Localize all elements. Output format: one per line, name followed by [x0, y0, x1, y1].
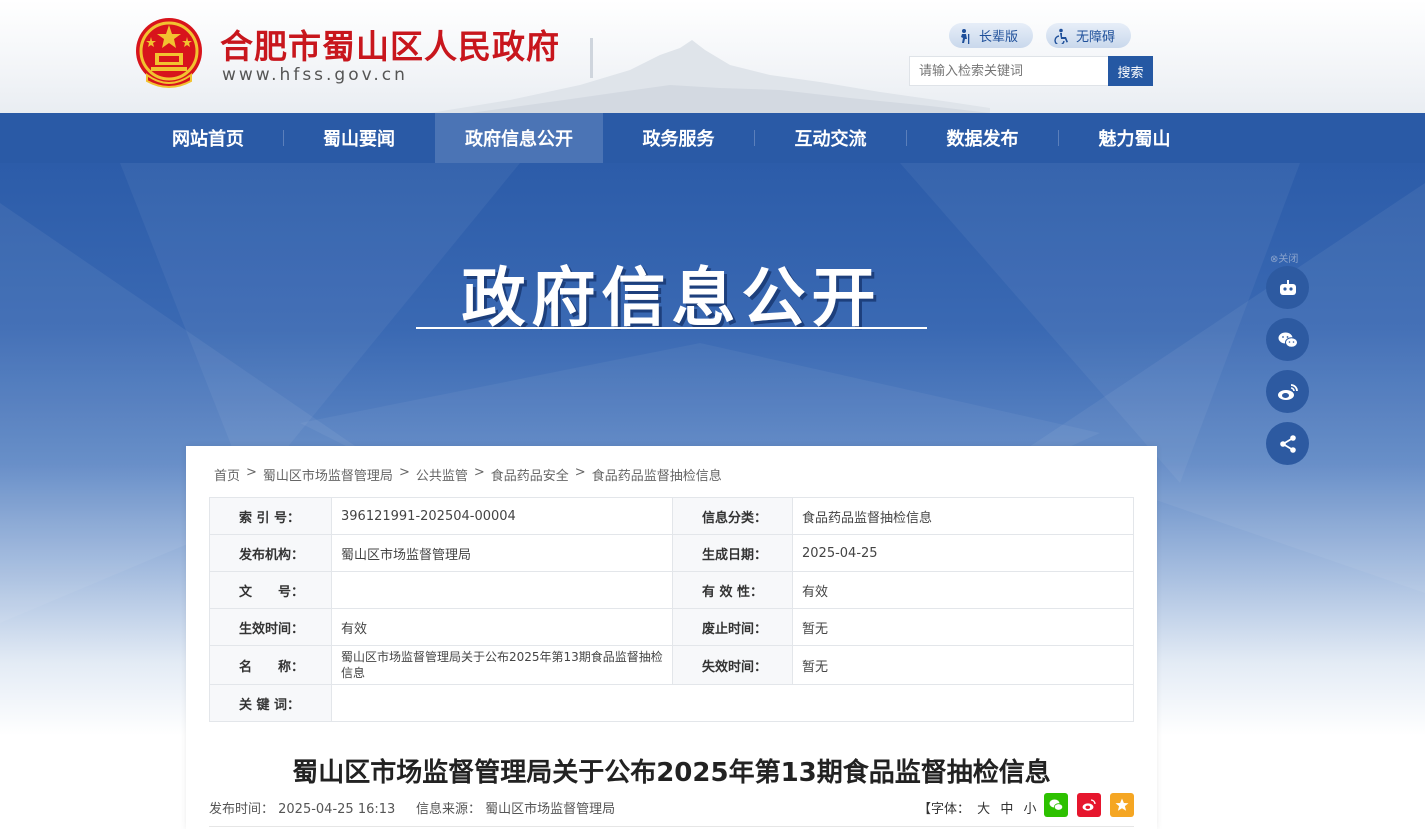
- wheelchair-icon: [1054, 28, 1068, 44]
- float-close-button[interactable]: ⊗关闭: [1270, 250, 1298, 265]
- docno-value: [331, 571, 673, 609]
- breadcrumb-bureau[interactable]: 蜀山区市场监督管理局: [263, 465, 393, 484]
- float-robot-button[interactable]: [1266, 266, 1309, 309]
- nav-item-home[interactable]: 网站首页: [133, 113, 283, 163]
- article-title: 蜀山区市场监督管理局关于公布2025年第13期食品监督抽检信息: [292, 758, 1051, 788]
- font-size-control: 【字体： 大 中 小 】: [918, 798, 1057, 817]
- keywords-label: 关 键 词：: [209, 684, 332, 722]
- org-label: 发布机构：: [209, 534, 332, 572]
- table-row: 名 称： 蜀山区市场监督管理局关于公布2025年第13期食品监督抽检信息 失效时…: [209, 645, 1134, 685]
- breadcrumb: 首页 > 蜀山区市场监督管理局 > 公共监管 > 食品药品安全 > 食品药品监督…: [214, 465, 722, 484]
- share-wechat-button[interactable]: [1044, 793, 1068, 817]
- site-title[interactable]: 合肥市蜀山区人民政府: [220, 20, 560, 68]
- elder-icon: [961, 28, 970, 44]
- banner-title: 政府信息公开: [461, 262, 882, 336]
- name-label: 名 称：: [209, 645, 332, 685]
- breadcrumb-separator: >: [246, 465, 257, 480]
- nav-item-charm[interactable]: 魅力蜀山: [1059, 113, 1210, 163]
- accessibility-label: 无障碍: [1076, 29, 1116, 44]
- date-value: 2025-04-25: [792, 534, 1134, 572]
- article-meta: 发布时间： 2025-04-25 16:13 信息来源： 蜀山区市场监督管理局: [209, 798, 615, 817]
- font-small-button[interactable]: 小: [1023, 802, 1036, 817]
- weibo-icon: [1082, 799, 1096, 811]
- wechat-icon: [1049, 799, 1064, 811]
- document-metadata-table: 索 引 号： 396121991-202504-00004 信息分类： 食品药品…: [209, 497, 1134, 722]
- table-row: 生效时间： 有效 废止时间： 暂无: [209, 608, 1134, 646]
- share-weibo-button[interactable]: [1077, 793, 1101, 817]
- share-icon: [1279, 434, 1296, 453]
- publish-time: 发布时间： 2025-04-25 16:13: [209, 802, 396, 817]
- breadcrumb-separator: >: [473, 465, 485, 480]
- elder-mode-button[interactable]: 长辈版: [949, 23, 1033, 48]
- float-weibo-button[interactable]: [1266, 370, 1309, 413]
- site-url: www.hfss.gov.cn: [222, 65, 408, 85]
- nav-item-gov-info[interactable]: 政府信息公开: [435, 113, 603, 163]
- docno-label: 文 号：: [209, 571, 332, 609]
- index-value: 396121991-202504-00004: [331, 497, 673, 535]
- expire-label: 失效时间：: [672, 645, 793, 685]
- nav-item-data[interactable]: 数据发布: [907, 113, 1058, 163]
- effective-label: 生效时间：: [209, 608, 332, 646]
- breadcrumb-separator: >: [398, 465, 410, 480]
- breadcrumb-inspection-info[interactable]: 食品药品监督抽检信息: [592, 465, 722, 484]
- org-value: 蜀山区市场监督管理局: [331, 534, 673, 572]
- validity-label: 有 效 性：: [672, 571, 793, 609]
- font-large-button[interactable]: 大: [977, 802, 990, 817]
- national-emblem-icon: [136, 18, 202, 88]
- keywords-value: [331, 684, 1134, 722]
- expire-value: 暂无: [792, 645, 1134, 685]
- name-value: 蜀山区市场监督管理局关于公布2025年第13期食品监督抽检信息: [331, 645, 673, 685]
- favorite-button[interactable]: [1110, 793, 1134, 817]
- table-row: 发布机构： 蜀山区市场监督管理局 生成日期： 2025-04-25: [209, 534, 1134, 572]
- category-value: 食品药品监督抽检信息: [792, 497, 1134, 535]
- category-label: 信息分类：: [672, 497, 793, 535]
- elder-mode-label: 长辈版: [979, 29, 1019, 44]
- divider: [209, 826, 1134, 827]
- nav-item-services[interactable]: 政务服务: [603, 113, 754, 163]
- breadcrumb-public-supervision[interactable]: 公共监管: [416, 465, 468, 484]
- info-source: 信息来源： 蜀山区市场监督管理局: [415, 802, 616, 817]
- repeal-value: 暂无: [792, 608, 1134, 646]
- date-label: 生成日期：: [672, 534, 793, 572]
- main-nav: 网站首页 蜀山要闻 政府信息公开 政务服务 互动交流 数据发布 魅力蜀山: [0, 113, 1425, 163]
- nav-item-news[interactable]: 蜀山要闻: [284, 113, 434, 163]
- table-row: 文 号： 有 效 性： 有效: [209, 571, 1134, 609]
- float-share-button[interactable]: [1266, 422, 1309, 465]
- float-wechat-button[interactable]: [1266, 318, 1309, 361]
- repeal-label: 废止时间：: [672, 608, 793, 646]
- search-button[interactable]: 搜索: [1108, 56, 1153, 86]
- star-icon: [1115, 798, 1129, 811]
- content-card: 首页 > 蜀山区市场监督管理局 > 公共监管 > 食品药品安全 > 食品药品监督…: [186, 446, 1157, 829]
- accessibility-button[interactable]: 无障碍: [1046, 23, 1131, 48]
- font-medium-button[interactable]: 中: [1000, 802, 1013, 817]
- banner-underline: [416, 327, 927, 329]
- table-row: 关 键 词：: [209, 684, 1134, 722]
- robot-icon: [1279, 279, 1296, 295]
- search-input[interactable]: [909, 56, 1109, 86]
- site-header: 合肥市蜀山区人民政府 www.hfss.gov.cn 长辈版 无障碍 搜索: [0, 0, 1425, 113]
- weibo-icon: [1277, 383, 1298, 400]
- breadcrumb-separator: >: [574, 465, 586, 480]
- font-size-label: 【字体：: [918, 802, 971, 817]
- breadcrumb-home[interactable]: 首页: [214, 465, 240, 484]
- nav-item-interaction[interactable]: 互动交流: [755, 113, 906, 163]
- table-row: 索 引 号： 396121991-202504-00004 信息分类： 食品药品…: [209, 497, 1134, 535]
- breadcrumb-food-drug-safety[interactable]: 食品药品安全: [491, 465, 569, 484]
- wechat-icon: [1278, 332, 1298, 348]
- validity-value: 有效: [792, 571, 1134, 609]
- effective-value: 有效: [331, 608, 673, 646]
- index-label: 索 引 号：: [209, 497, 332, 535]
